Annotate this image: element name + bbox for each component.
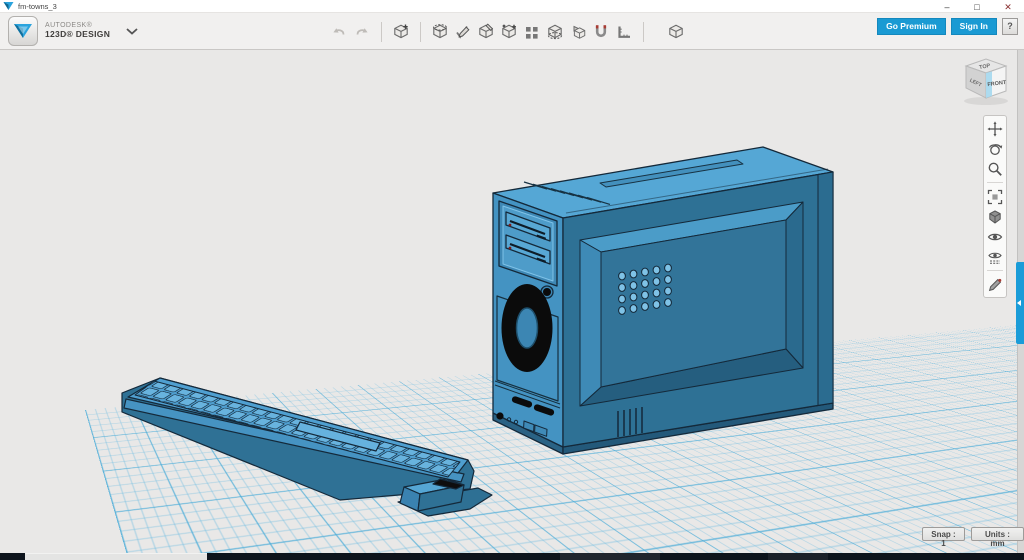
nav-separator xyxy=(987,270,1003,271)
tool-view-cube[interactable] xyxy=(667,21,685,43)
window-title: fm-towns_3 xyxy=(18,2,57,11)
primitives-icon xyxy=(392,23,410,41)
tool-construct[interactable] xyxy=(477,21,495,43)
shaded-cube-icon xyxy=(987,209,1003,225)
status-bar: Snap : 1 Units : mm xyxy=(922,527,1024,541)
nav-separator xyxy=(987,182,1003,183)
tool-grouping[interactable] xyxy=(546,21,564,43)
combine-icon xyxy=(569,23,587,41)
viewport-3d[interactable]: TOP LEFT FRONT xyxy=(0,50,1024,560)
app-logo xyxy=(8,16,38,46)
undo-icon xyxy=(330,23,348,41)
chevron-left-icon xyxy=(1017,300,1021,306)
title-bar: fm-towns_3 – □ ✕ xyxy=(0,0,1024,13)
pattern-icon xyxy=(523,23,541,41)
right-panel-toggle[interactable] xyxy=(1016,262,1024,344)
speaker xyxy=(502,284,553,372)
shading-mode-button[interactable] xyxy=(986,208,1004,225)
app-window-icon xyxy=(3,1,14,11)
view-cube[interactable]: TOP LEFT FRONT xyxy=(956,54,1016,108)
redo-icon xyxy=(353,23,371,41)
tool-sketch[interactable] xyxy=(454,21,472,43)
hide-button[interactable] xyxy=(986,228,1004,245)
fit-icon xyxy=(987,189,1003,205)
grouping-icon xyxy=(546,23,564,41)
model-layer xyxy=(0,50,1024,560)
toolbar-separator xyxy=(643,22,644,42)
orbit-button[interactable] xyxy=(986,140,1004,157)
taskbar-segment xyxy=(768,553,828,560)
magnet-icon xyxy=(592,23,610,41)
ruler-icon xyxy=(615,23,633,41)
brand-product: 123D® DESIGN xyxy=(45,30,110,40)
main-toolbar: AUTODESK® 123D® DESIGN xyxy=(0,13,1024,50)
tool-modify[interactable] xyxy=(500,21,518,43)
tool-pattern[interactable] xyxy=(523,21,541,43)
modify-icon xyxy=(500,23,518,41)
brand-text: AUTODESK® 123D® DESIGN xyxy=(45,22,110,40)
tool-strip xyxy=(330,13,685,50)
magnifier-icon xyxy=(987,161,1003,177)
tool-combine[interactable] xyxy=(569,21,587,43)
redo-button[interactable] xyxy=(353,21,371,43)
taskbar-segment xyxy=(25,553,207,560)
app-window: fm-towns_3 – □ ✕ AUTODESK® 123D® DESIGN xyxy=(0,0,1024,560)
toolbar-separator xyxy=(420,22,421,42)
sketch-icon xyxy=(454,23,472,41)
toolbar-separator xyxy=(381,22,382,42)
undo-button[interactable] xyxy=(330,21,348,43)
fit-view-button[interactable] xyxy=(986,188,1004,205)
taskbar-segment xyxy=(560,553,660,560)
eye-icon xyxy=(987,229,1003,245)
tool-primitives[interactable] xyxy=(392,21,410,43)
pan-button[interactable] xyxy=(986,120,1004,137)
maximize-button[interactable]: □ xyxy=(962,0,992,13)
tool-snap[interactable] xyxy=(592,21,610,43)
navigation-panel xyxy=(983,115,1007,298)
go-premium-button[interactable]: Go Premium xyxy=(877,18,946,35)
chevron-down-icon[interactable] xyxy=(126,28,138,35)
sign-in-button[interactable]: Sign In xyxy=(951,18,997,35)
show-all-button[interactable] xyxy=(986,248,1004,265)
snap-setting-button[interactable]: Snap : 1 xyxy=(922,527,965,541)
logo-triangle-icon xyxy=(12,21,34,41)
pan-icon xyxy=(987,121,1003,137)
orbit-icon xyxy=(987,141,1003,157)
help-button[interactable]: ? xyxy=(1002,18,1018,35)
taskbar-strip xyxy=(0,553,1024,560)
material-button[interactable] xyxy=(986,276,1004,293)
zoom-button[interactable] xyxy=(986,160,1004,177)
brush-icon xyxy=(987,277,1003,293)
keyboard-model[interactable] xyxy=(122,378,492,516)
tool-transform[interactable] xyxy=(431,21,449,43)
account-area: Go Premium Sign In ? xyxy=(877,18,1018,35)
tower-model[interactable] xyxy=(493,147,833,454)
construct-icon xyxy=(477,23,495,41)
transform-icon xyxy=(431,23,449,41)
app-menu[interactable]: AUTODESK® 123D® DESIGN xyxy=(8,16,138,46)
minimize-button[interactable]: – xyxy=(932,0,962,13)
cube-icon xyxy=(667,23,685,41)
close-button[interactable]: ✕ xyxy=(992,0,1024,13)
eye-grid-icon xyxy=(987,249,1003,265)
tool-measure[interactable] xyxy=(615,21,633,43)
units-setting-button[interactable]: Units : mm xyxy=(971,527,1024,541)
